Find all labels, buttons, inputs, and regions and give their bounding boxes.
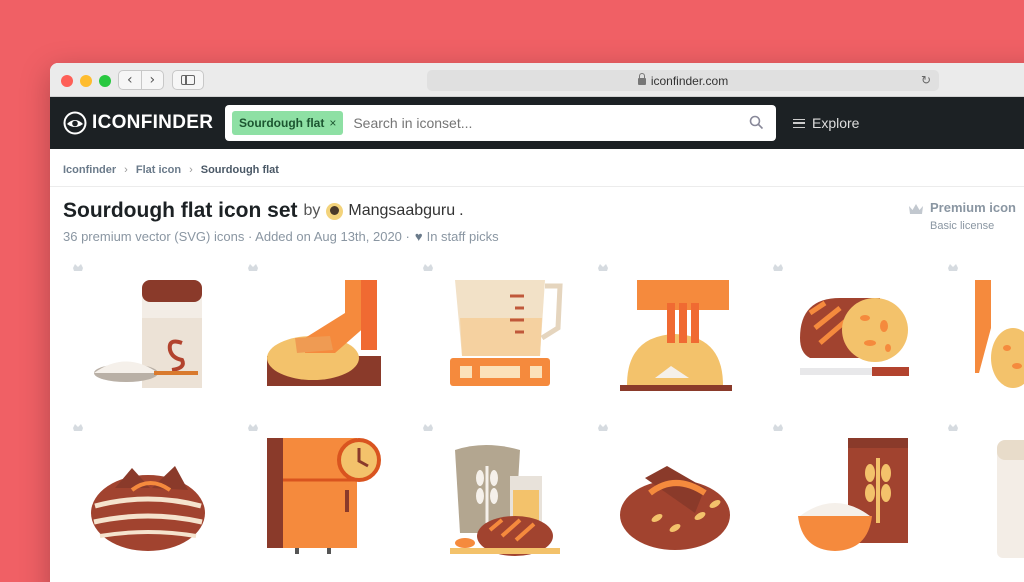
explore-menu[interactable]: Explore xyxy=(793,115,859,131)
url-text: iconfinder.com xyxy=(650,73,729,88)
jar-icon[interactable] xyxy=(935,418,1024,568)
remove-tag-icon[interactable]: × xyxy=(329,116,336,130)
breadcrumb-chevron-icon: › xyxy=(124,164,128,176)
lock-icon xyxy=(637,73,646,85)
site-logo[interactable]: ICONFINDER xyxy=(63,111,213,135)
browser-titlebar: ‹ › iconfinder.com ↻ xyxy=(50,63,1024,97)
sourdough-loaf-icon[interactable] xyxy=(60,418,230,568)
page-title: Sourdough flat icon set by Mangsaabguru … xyxy=(63,199,464,223)
hand-dough-bowl-icon[interactable] xyxy=(585,258,755,408)
address-bar[interactable]: iconfinder.com ↻ xyxy=(427,70,939,91)
author-suffix: . xyxy=(459,202,464,219)
fridge-clock-icon[interactable] xyxy=(235,418,405,568)
hand-bread-icon[interactable] xyxy=(935,258,1024,408)
forward-arrow-icon[interactable]: › xyxy=(142,71,164,89)
flour-bag-bowl-icon[interactable] xyxy=(760,418,930,568)
browser-window: ‹ › iconfinder.com ↻ ICONFINDER Sourdoug… xyxy=(50,63,1024,582)
starter-jar-icon[interactable] xyxy=(60,258,230,408)
measuring-cup-scale-icon[interactable] xyxy=(410,258,580,408)
iconfinder-logo-icon xyxy=(63,111,87,135)
minimize-window-button[interactable] xyxy=(80,75,92,87)
reload-icon[interactable]: ↻ xyxy=(921,73,931,87)
premium-badge: Premium icon Basic license xyxy=(908,200,1016,232)
staff-picks-link[interactable]: In staff picks xyxy=(427,229,499,244)
breadcrumb: Iconfinder › Flat icon › Sourdough flat xyxy=(63,164,279,176)
iconset-title: Sourdough flat icon set xyxy=(63,199,298,222)
divider xyxy=(50,186,1024,187)
menu-icon xyxy=(793,118,805,128)
author-link[interactable]: Mangsaabguru xyxy=(348,202,455,220)
crown-icon xyxy=(909,204,923,214)
history-nav: ‹ › xyxy=(118,70,164,90)
search-icon[interactable] xyxy=(749,115,764,130)
by-label: by xyxy=(303,202,321,219)
icon-grid xyxy=(50,258,1024,582)
breadcrumb-home[interactable]: Iconfinder xyxy=(63,164,116,176)
search-filter-tag[interactable]: Sourdough flat × xyxy=(232,111,344,135)
breadcrumb-current[interactable]: Sourdough flat xyxy=(201,164,279,176)
sidebar-icon xyxy=(181,75,195,85)
search-tag-label: Sourdough flat xyxy=(239,116,325,130)
close-window-button[interactable] xyxy=(61,75,73,87)
avatar[interactable] xyxy=(326,202,344,220)
breadcrumb-chevron-icon: › xyxy=(189,164,193,176)
iconset-meta: 36 premium vector (SVG) icons · Added on… xyxy=(63,229,499,244)
logo-text: ICONFINDER xyxy=(92,112,214,133)
license-label: Basic license xyxy=(930,220,995,232)
explore-label: Explore xyxy=(812,115,860,131)
wheat-sack-bread-icon[interactable] xyxy=(410,418,580,568)
search-box: Sourdough flat × xyxy=(225,105,776,141)
premium-label: Premium icon xyxy=(930,200,1016,215)
breadcrumb-flat-icon[interactable]: Flat icon xyxy=(136,164,181,176)
site-header: ICONFINDER Sourdough flat × Explore xyxy=(50,97,1024,149)
sliced-bread-knife-icon[interactable] xyxy=(760,258,930,408)
search-input[interactable] xyxy=(353,115,744,131)
sidebar-toggle-button[interactable] xyxy=(172,70,204,90)
kneading-dough-icon[interactable] xyxy=(235,258,405,408)
scored-loaf-icon[interactable] xyxy=(585,418,755,568)
heart-icon: ♥ xyxy=(414,229,423,244)
iconset-meta-text: 36 premium vector (SVG) icons · Added on… xyxy=(63,229,410,244)
back-arrow-icon[interactable]: ‹ xyxy=(119,71,142,89)
maximize-window-button[interactable] xyxy=(99,75,111,87)
